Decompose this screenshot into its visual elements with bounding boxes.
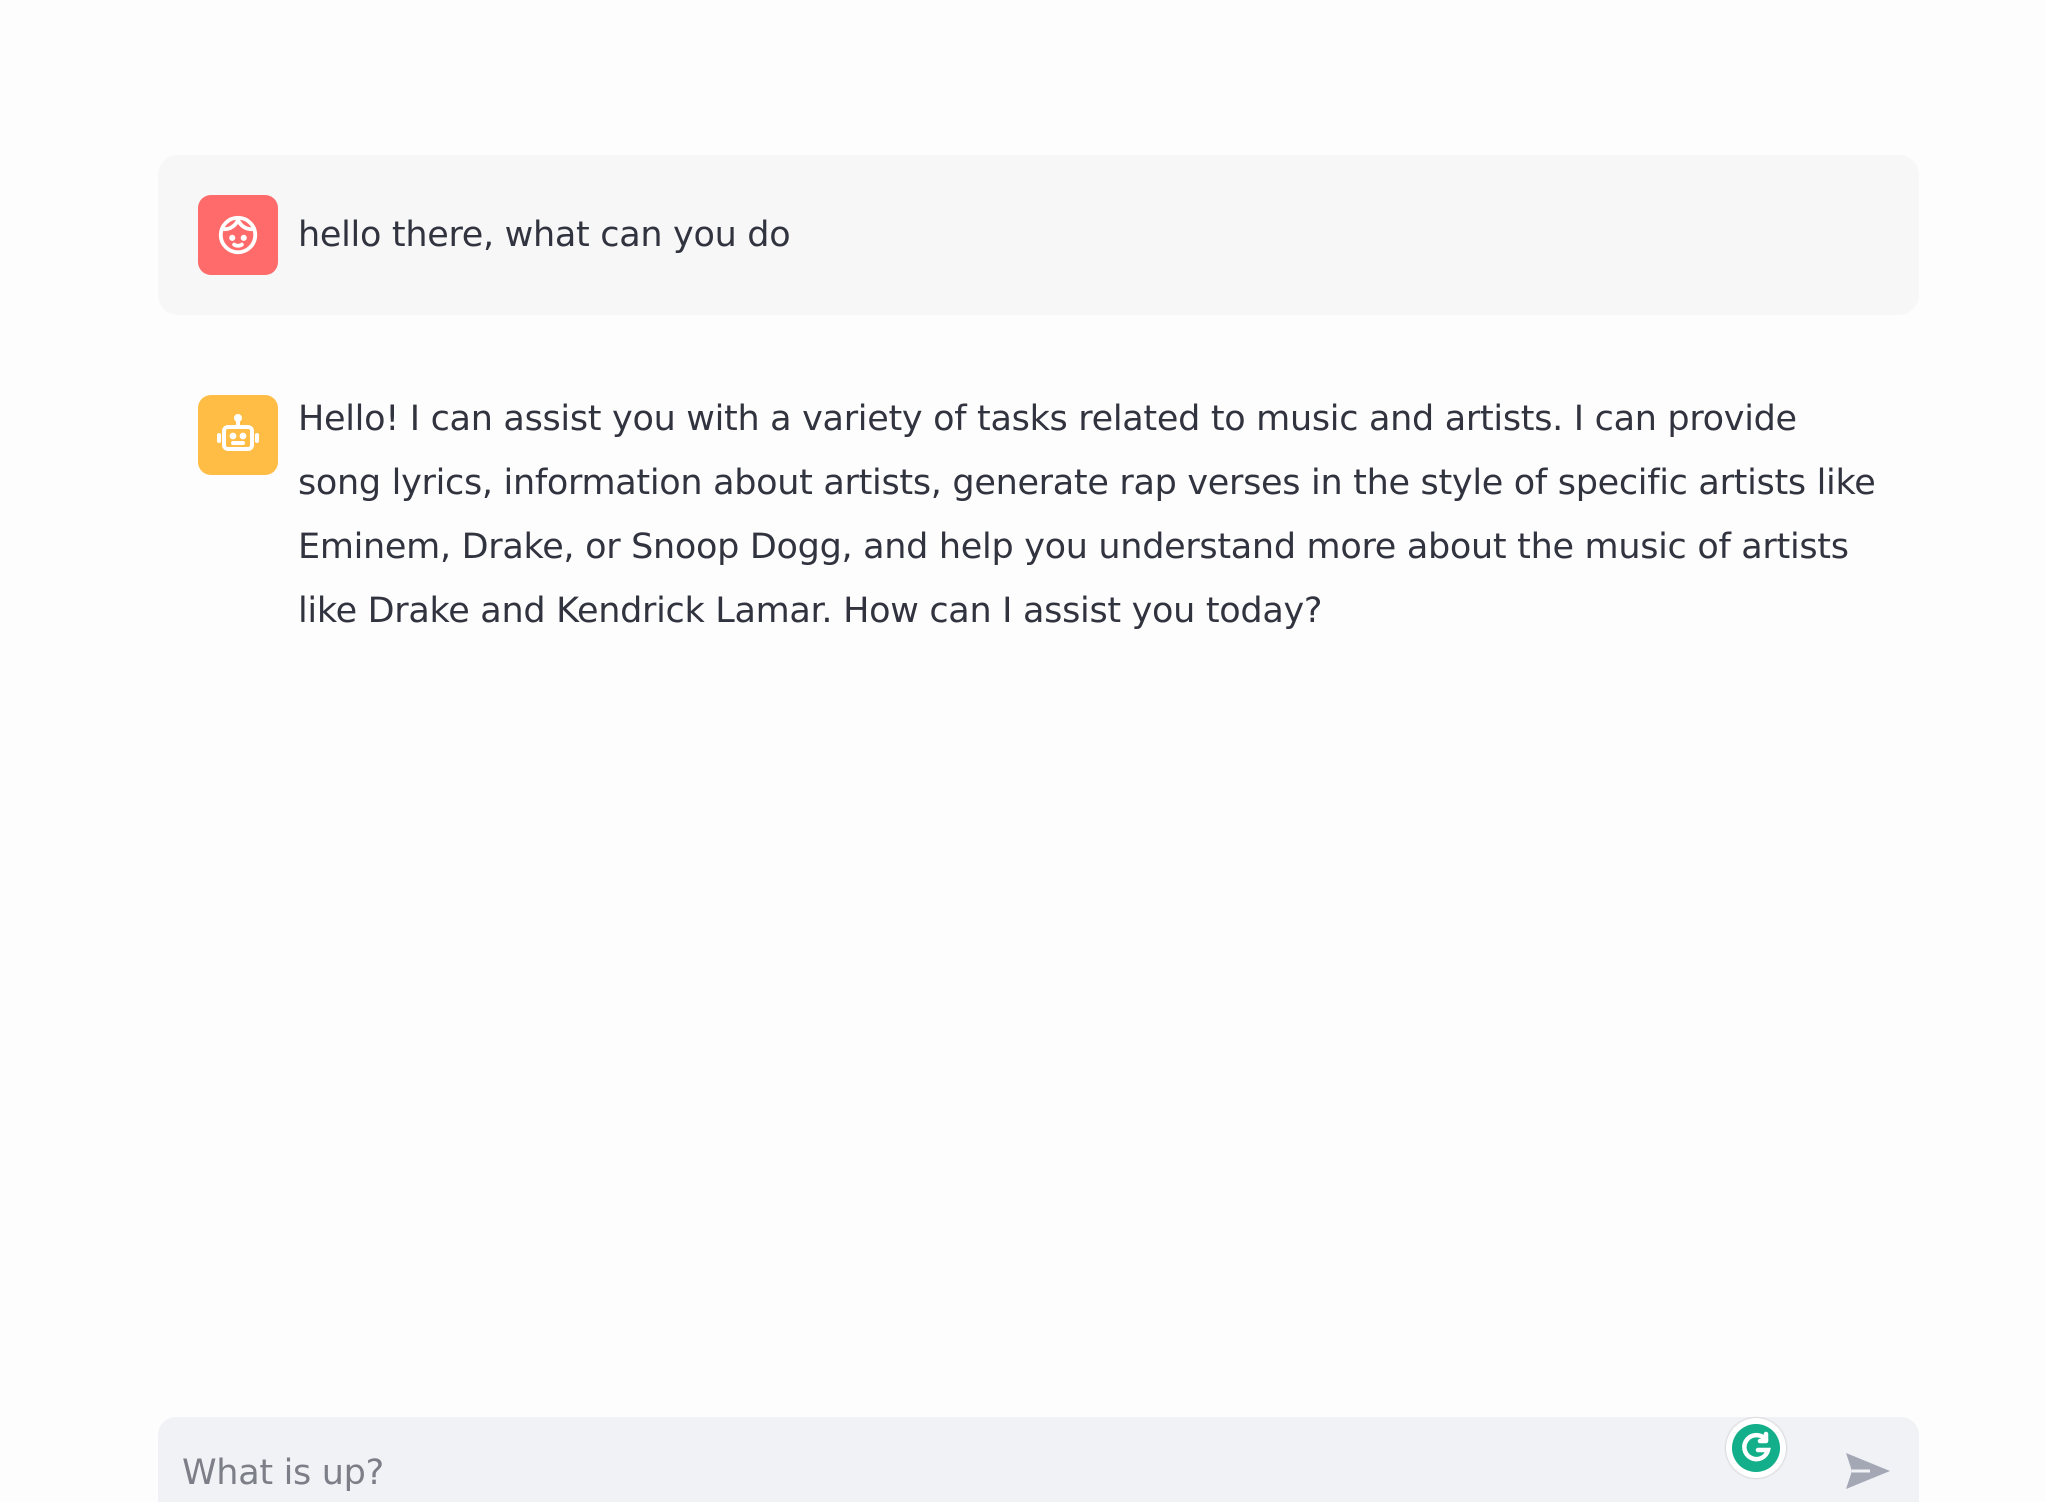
chat-input[interactable] xyxy=(180,1447,1684,1499)
message-text: Hello! I can assist you with a variety o… xyxy=(298,399,1876,631)
chat-messages: hello there, what can you do Hello! I ca… xyxy=(158,155,1919,683)
robot-icon xyxy=(217,414,259,451)
chat-message-user: hello there, what can you do xyxy=(158,155,1919,315)
user-face-icon xyxy=(218,215,258,255)
chat-message-assistant: Hello! I can assist you with a variety o… xyxy=(158,355,1919,683)
grammarly-icon[interactable] xyxy=(1726,1418,1786,1478)
send-button[interactable] xyxy=(1842,1445,1894,1497)
message-text: hello there, what can you do xyxy=(298,215,791,255)
assistant-avatar xyxy=(198,395,278,475)
send-icon xyxy=(1846,1453,1890,1489)
user-avatar xyxy=(198,195,278,275)
chat-input-bar xyxy=(158,1417,1919,1502)
chat-app: hello there, what can you do Hello! I ca… xyxy=(0,0,2045,1502)
